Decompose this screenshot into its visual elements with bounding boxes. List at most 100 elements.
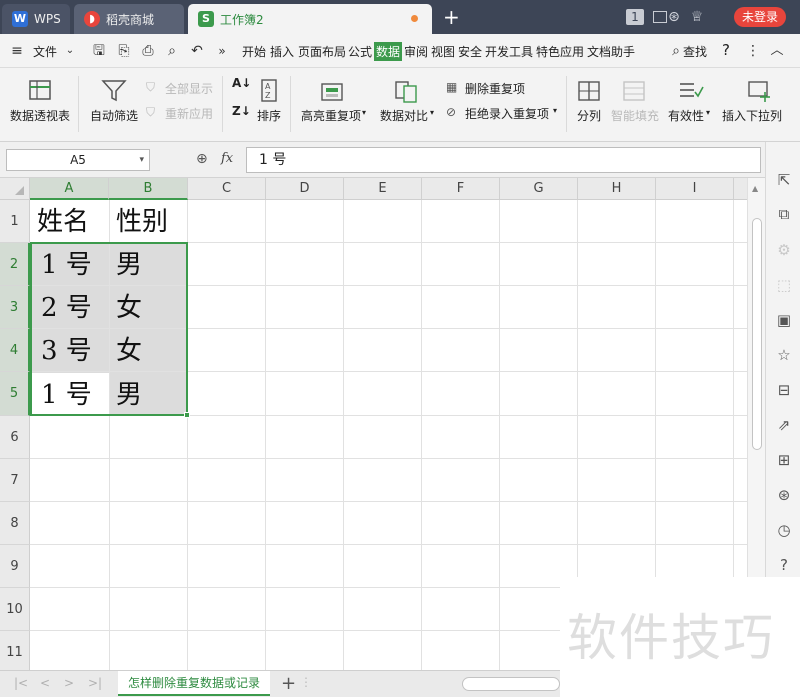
add-sheet-button[interactable]: + [281,673,296,694]
insert-dropdown-icon[interactable] [745,78,773,104]
scroll-up-icon[interactable]: ▲ [752,184,758,193]
print-preview-icon[interactable]: ⌕ [163,42,181,60]
smart-fill-button[interactable]: 智能填充 [611,107,659,124]
tab-workbook[interactable]: S 工作簿2 [188,4,432,34]
validity-icon[interactable] [676,78,704,104]
row-header-6[interactable]: 6 [0,416,30,459]
sheet-tab-active[interactable]: 怎样删除重复数据或记录 [118,671,270,696]
gallery-icon[interactable]: ▣ [774,310,794,330]
name-box[interactable]: A5 ▾ [6,149,150,171]
chevron-down-icon[interactable]: ⌄ [61,42,79,60]
help-circle-icon[interactable]: ? [774,555,794,575]
skin-icon[interactable]: ♕ [689,9,705,25]
pivot-table-icon[interactable] [26,78,54,104]
remove-duplicates-button[interactable]: 删除重复项 [465,80,525,97]
validity-button[interactable]: 有效性 [668,107,704,124]
fx-icon[interactable]: fx [221,151,233,166]
column-header-e[interactable]: E [344,178,422,200]
column-header-i[interactable]: I [656,178,734,200]
show-all-button[interactable]: 全部显示 [165,80,213,97]
restore-window-icon[interactable] [653,11,667,23]
sort-icon[interactable]: A Z [256,78,284,104]
autofilter-button[interactable]: 自动筛选 [90,107,138,124]
row-header-8[interactable]: 8 [0,502,30,545]
reject-duplicates-button[interactable]: 拒绝录入重复项 [465,105,549,122]
chevron-down-icon[interactable]: ▾ [139,150,144,170]
help-icon[interactable]: ? [722,41,730,59]
file-menu[interactable]: 文件 [33,43,57,60]
menu-security[interactable]: 安全 [458,43,482,60]
next-sheet-icon[interactable]: > [64,676,74,690]
sort-button[interactable]: 排序 [257,107,281,124]
column-header-h[interactable]: H [578,178,656,200]
column-header-d[interactable]: D [266,178,344,200]
format-icon[interactable]: ⧉ [774,204,794,224]
highlight-duplicates-icon[interactable] [318,78,346,104]
collapse-ribbon-icon[interactable]: ︿ [768,42,786,60]
chevron-down-icon[interactable]: ▾ [362,108,366,117]
tab-docer[interactable]: ◗ 稻壳商城 [74,4,184,34]
star-icon[interactable]: ☆ [774,345,794,365]
new-tab-button[interactable]: + [443,6,460,28]
menu-data[interactable]: 数据 [374,42,403,61]
data-compare-icon[interactable] [392,78,420,104]
data-compare-button[interactable]: 数据对比 [380,107,428,124]
reapply-button[interactable]: 重新应用 [165,105,213,122]
column-header-a[interactable]: A [30,178,109,200]
print-icon[interactable]: ⎙ [139,42,157,60]
tab-wps[interactable]: W WPS [2,4,70,34]
column-header-c[interactable]: C [188,178,266,200]
menu-home[interactable]: 开始 [242,43,266,60]
share-icon[interactable]: ⊛ [666,9,682,25]
last-sheet-icon[interactable]: >| [88,676,102,690]
row-header-4[interactable]: 4 [0,329,30,372]
sort-asc-icon[interactable]: A↓ [232,76,251,90]
scroll-thumb[interactable] [752,218,762,450]
formula-input[interactable]: 1 号 [246,147,761,173]
column-header-g[interactable]: G [500,178,578,200]
more-options-icon[interactable]: ⋮ [744,42,762,60]
history-icon[interactable]: ◷ [774,520,794,540]
image-icon[interactable]: ⊞ [774,450,794,470]
hamburger-icon[interactable]: ≡ [8,42,26,60]
fill-handle[interactable] [184,412,190,418]
row-header-10[interactable]: 10 [0,588,30,631]
format-painter-icon[interactable]: ⎘ [115,42,133,60]
unsaved-dot-icon[interactable] [411,15,418,22]
chevron-down-icon[interactable]: ▾ [706,108,710,117]
row-header-5[interactable]: 5 [0,372,30,416]
zoom-search-icon[interactable]: ⊕ [196,151,208,167]
menu-assistant[interactable]: 文档助手 [587,43,635,60]
menu-page-layout[interactable]: 页面布局 [298,43,346,60]
share-export-icon[interactable]: ⇗ [774,415,794,435]
row-header-11[interactable]: 11 [0,631,30,670]
menu-special[interactable]: 特色应用 [536,43,584,60]
sort-desc-icon[interactable]: Z↓ [232,104,251,118]
row-header-3[interactable]: 3 [0,286,30,329]
archive-icon[interactable]: ⊟ [774,380,794,400]
select-cursor-icon[interactable]: ⇱ [774,170,794,190]
split-column-icon[interactable] [575,78,603,104]
cell-b1[interactable]: 性别 [110,201,168,243]
insert-dropdown-button[interactable]: 插入下拉列 [722,107,782,124]
split-column-button[interactable]: 分列 [577,107,601,124]
login-button[interactable]: 未登录 [734,7,786,27]
row-header-1[interactable]: 1 [0,200,30,243]
chevron-down-icon[interactable]: ▾ [553,106,557,115]
column-header-f[interactable]: F [422,178,500,200]
prev-sheet-icon[interactable]: < [40,676,50,690]
search-label[interactable]: 查找 [683,43,707,60]
horizontal-scrollbar[interactable] [462,677,560,691]
column-header-b[interactable]: B [109,178,188,200]
save-icon[interactable]: 🖫 [90,42,108,60]
menu-view[interactable]: 视图 [431,43,455,60]
menu-developer[interactable]: 开发工具 [485,43,533,60]
select-all-corner[interactable] [0,178,30,200]
highlight-duplicates-button[interactable]: 高亮重复项 [301,107,361,124]
cell-a1[interactable]: 姓名 [31,201,89,243]
row-header-7[interactable]: 7 [0,459,30,502]
undo-icon[interactable]: ↶ [188,42,206,60]
pivot-table-button[interactable]: 数据透视表 [10,107,70,124]
window-count-badge[interactable]: 1 [626,9,644,25]
chevron-down-icon[interactable]: ▾ [430,108,434,117]
